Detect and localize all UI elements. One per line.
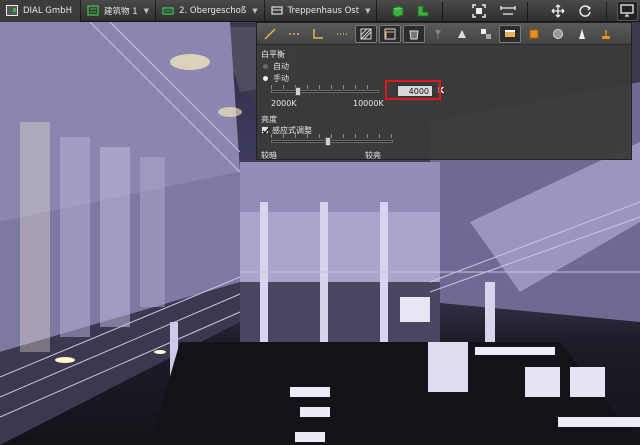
rotate-button[interactable] [575, 1, 596, 21]
building-icon [87, 5, 99, 16]
fit-view-icon [472, 3, 486, 18]
hatch-alt-button[interactable] [379, 24, 401, 43]
cone-light-icon [458, 29, 466, 38]
kelvin-slider[interactable] [271, 90, 379, 93]
mode-manual-radio[interactable]: 手动 [263, 73, 289, 84]
dashed-line-button[interactable] [283, 25, 305, 43]
display-settings-panel: 白平衡 自动 手动 2000K 10000K 4000 K 亮度 感应式调整 较… [256, 22, 632, 160]
spot-icon [579, 28, 585, 39]
building-label: 建筑物 1 [104, 6, 138, 17]
sphere-icon [553, 28, 563, 39]
room-label: Treppenhaus Ost [287, 5, 360, 16]
floorplan-button[interactable] [413, 1, 434, 21]
move-button[interactable] [548, 1, 569, 21]
sphere-tool-button[interactable] [547, 25, 569, 43]
orange-box-icon [529, 29, 539, 38]
fit-view-button[interactable] [469, 1, 490, 21]
monitor-icon [620, 4, 635, 17]
dashed-line-icon [289, 32, 299, 35]
chevron-down-icon[interactable]: ▼ [252, 7, 257, 15]
dotted-icon [337, 32, 347, 35]
mode-auto-label: 自动 [273, 62, 289, 71]
corner-icon [313, 28, 323, 39]
project-selector[interactable]: DIAL GmbH [0, 0, 82, 22]
display-icon [505, 29, 515, 37]
line-tool-icon [264, 27, 276, 40]
corner-tool-button[interactable] [307, 25, 329, 43]
spot-tool-button[interactable] [571, 25, 593, 43]
building-selector[interactable]: 建筑物 1 ▼ [81, 0, 157, 22]
brightness-heading: 亮度 [261, 115, 277, 124]
chevron-down-icon[interactable]: ▼ [365, 7, 370, 15]
bucket-icon [409, 30, 419, 39]
quad-tool-button[interactable] [475, 25, 497, 43]
floor-icon [162, 7, 174, 15]
quad-icon [481, 28, 491, 39]
kelvin-slider-thumb[interactable] [295, 87, 301, 96]
floor-lamp-button[interactable] [595, 25, 617, 43]
lamp-tool-button[interactable] [427, 25, 449, 43]
hatch-tool-button[interactable] [355, 24, 377, 43]
bucket-tool-button[interactable] [403, 24, 425, 43]
measure-icon [500, 5, 516, 15]
material-tool-button[interactable] [523, 25, 545, 43]
top-toolbar: DIAL GmbH 建筑物 1 ▼ 2. Obergeschoß ▼ Trepp… [0, 0, 640, 22]
checkmark-icon [262, 127, 270, 134]
radio-on-icon [263, 76, 268, 81]
display-settings-button[interactable] [616, 0, 638, 21]
brightness-slider[interactable] [271, 140, 393, 143]
brightness-ticks [271, 134, 393, 138]
floor-selector[interactable]: 2. Obergeschoß ▼ [156, 0, 265, 22]
kelvin-max-label: 10000K [353, 99, 384, 108]
move-icon [551, 4, 565, 17]
measure-button[interactable] [498, 1, 519, 21]
cube-icon [392, 4, 404, 18]
floorplan-icon [417, 5, 429, 16]
display-tool-button[interactable] [499, 24, 521, 43]
mode-auto-radio[interactable]: 自动 [263, 61, 289, 72]
lamp-icon [435, 29, 441, 39]
chevron-down-icon[interactable]: ▼ [144, 7, 149, 15]
brighter-label: 较亮 [365, 151, 381, 160]
project-icon [6, 5, 18, 16]
hatch-alt-icon [384, 28, 396, 39]
panel-toolbar [257, 23, 631, 45]
room-selector[interactable]: Treppenhaus Ost ▼ [265, 0, 378, 22]
floor-label: 2. Obergeschoß [179, 5, 247, 16]
hatch-icon [360, 28, 372, 39]
adaptive-checkbox[interactable] [261, 126, 270, 134]
3d-view-button[interactable] [387, 1, 408, 21]
room-icon [271, 6, 283, 15]
brightness-slider-thumb[interactable] [325, 137, 332, 146]
line-tool-button[interactable] [259, 25, 281, 43]
kelvin-ticks [271, 85, 379, 89]
radio-off-icon [263, 64, 268, 69]
mode-manual-label: 手动 [273, 74, 289, 83]
floor-lamp-icon [602, 29, 610, 39]
project-label: DIAL GmbH [23, 5, 72, 16]
rotate-icon [579, 4, 592, 17]
white-balance-heading: 白平衡 [261, 50, 285, 59]
kelvin-highlight-box [385, 80, 441, 100]
dotted-tool-button[interactable] [331, 25, 353, 43]
cone-light-button[interactable] [451, 25, 473, 43]
darker-label: 较暗 [261, 151, 277, 160]
kelvin-min-label: 2000K [271, 99, 297, 108]
